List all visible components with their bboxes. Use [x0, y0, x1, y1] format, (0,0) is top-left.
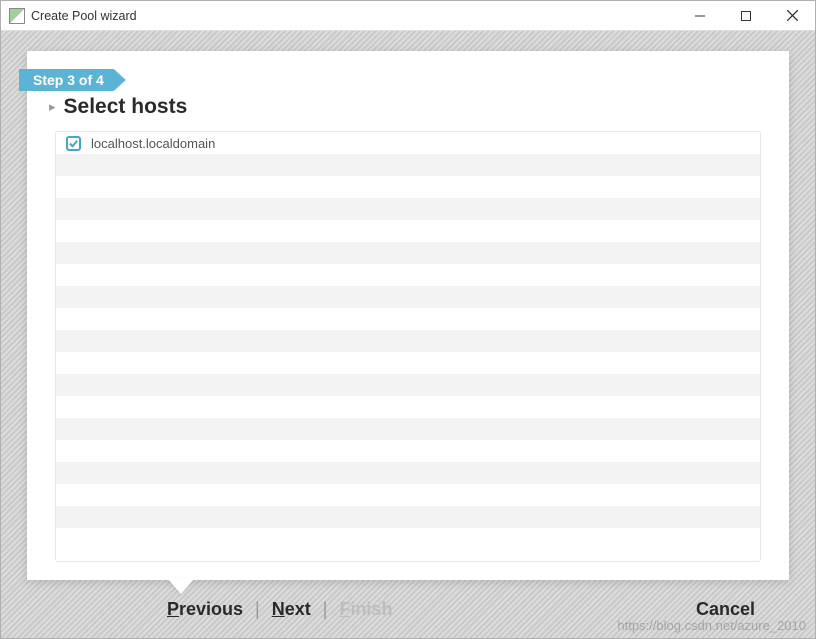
host-row-empty [56, 286, 760, 308]
previous-hotkey: P [167, 599, 179, 619]
wizard-body: Step 3 of 4 ▸ Select hosts localhost.loc… [1, 31, 815, 638]
window-controls [677, 1, 815, 30]
host-row-empty [56, 220, 760, 242]
maximize-button[interactable] [723, 1, 769, 30]
wizard-panel: Step 3 of 4 ▸ Select hosts localhost.loc… [27, 51, 789, 580]
host-row-empty [56, 506, 760, 528]
minimize-button[interactable] [677, 1, 723, 30]
titlebar: Create Pool wizard [1, 1, 815, 31]
host-list: localhost.localdomain [55, 131, 761, 562]
arrow-right-icon: ▸ [49, 99, 56, 115]
host-row-empty [56, 396, 760, 418]
host-row-empty [56, 264, 760, 286]
host-row-empty [56, 198, 760, 220]
host-checkbox[interactable] [66, 136, 81, 151]
host-row-empty [56, 176, 760, 198]
step-ribbon-wrap: Step 3 of 4 [19, 69, 761, 91]
host-row-empty [56, 352, 760, 374]
close-button[interactable] [769, 1, 815, 30]
cancel-button[interactable]: Cancel [696, 599, 755, 620]
next-button[interactable]: Next [272, 599, 311, 620]
next-hotkey: N [272, 599, 285, 619]
host-row-empty [56, 242, 760, 264]
panel-pointer-icon [167, 578, 195, 594]
nav-separator: | [323, 599, 328, 620]
previous-button[interactable]: Previous [167, 599, 243, 620]
page-title: Select hosts [64, 95, 188, 119]
button-bar: Previous | Next | Finish Cancel [27, 580, 789, 638]
host-row-empty [56, 154, 760, 176]
host-row-empty [56, 484, 760, 506]
host-row-empty [56, 462, 760, 484]
host-row-empty [56, 308, 760, 330]
host-label: localhost.localdomain [91, 136, 215, 151]
host-row-empty [56, 330, 760, 352]
nav-separator: | [255, 599, 260, 620]
host-row-empty [56, 418, 760, 440]
window-title: Create Pool wizard [31, 9, 677, 23]
app-icon [9, 8, 25, 24]
nav-links: Previous | Next | Finish [167, 599, 392, 620]
heading-row: ▸ Select hosts [55, 95, 761, 119]
finish-hotkey: F [339, 599, 350, 619]
window-frame: Create Pool wizard Step 3 of 4 ▸ Select … [0, 0, 816, 639]
step-ribbon: Step 3 of 4 [19, 69, 126, 91]
host-row-empty [56, 440, 760, 462]
host-row[interactable]: localhost.localdomain [56, 132, 760, 154]
finish-button: Finish [339, 599, 392, 620]
host-row-empty [56, 374, 760, 396]
